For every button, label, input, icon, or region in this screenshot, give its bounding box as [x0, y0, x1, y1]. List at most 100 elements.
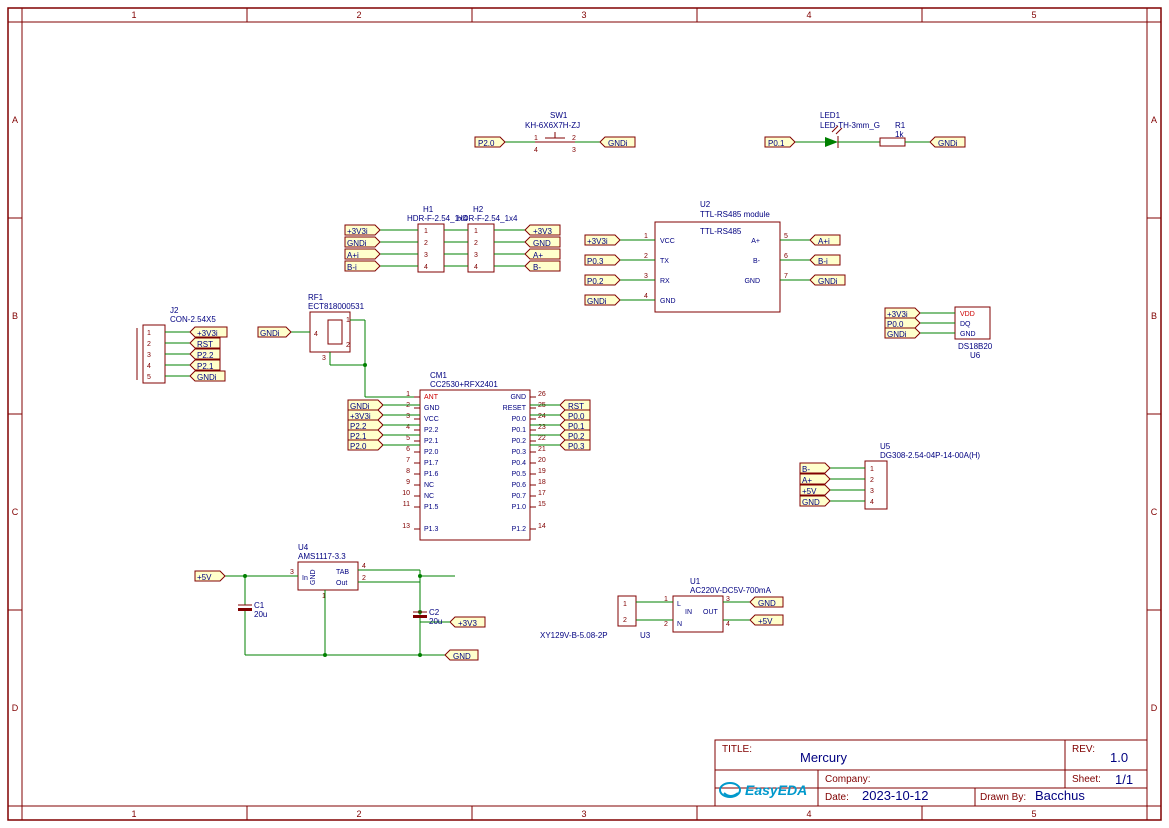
svg-text:2: 2	[870, 477, 874, 484]
svg-text:P0.4: P0.4	[512, 460, 527, 467]
u2-block: U2 TTL-RS485 module TTL-RS485 1VCC 2TX 3…	[585, 200, 845, 312]
svg-text:P0.0: P0.0	[512, 416, 527, 423]
svg-text:4: 4	[424, 264, 428, 271]
svg-text:2: 2	[474, 240, 478, 247]
row-b-r: B	[1151, 311, 1157, 321]
j2-block: J2 CON-2.54X5 1 2 3 4 5 +3V3i RST P2.2 P…	[137, 306, 227, 383]
svg-text:IN: IN	[685, 609, 692, 616]
svg-text:18: 18	[538, 479, 546, 486]
svg-text:P0.2: P0.2	[587, 277, 604, 286]
sw1-circuit: SW1 KH-6X6X7H-ZJ 1 2 4 3 P2.0 GNDi	[475, 111, 635, 154]
svg-text:RX: RX	[660, 278, 670, 285]
row-a-l: A	[12, 115, 18, 125]
svg-text:3: 3	[147, 352, 151, 359]
svg-text:+5V: +5V	[197, 573, 212, 582]
svg-text:P2.0: P2.0	[424, 449, 439, 456]
svg-text:P2.2: P2.2	[424, 427, 439, 434]
sw1-ref: SW1	[550, 111, 568, 120]
port-p01: P0.1	[768, 139, 785, 148]
svg-text:6: 6	[406, 446, 410, 453]
col-4-bot: 4	[806, 809, 811, 819]
svg-text:3: 3	[474, 252, 478, 259]
svg-text:6: 6	[784, 253, 788, 260]
col-5-bot: 5	[1031, 809, 1036, 819]
led1-val: LED-TH-3mm_G	[820, 121, 880, 130]
u5-ref: U5	[880, 442, 891, 451]
title-block: TITLE: Mercury REV: 1.0 Company: Sheet: …	[715, 740, 1147, 806]
svg-text:GNDi: GNDi	[347, 239, 367, 248]
svg-text:13: 13	[402, 523, 410, 530]
u6-ref: U6	[970, 351, 981, 360]
svg-text:5: 5	[784, 233, 788, 240]
svg-text:C2: C2	[429, 608, 440, 617]
svg-text:3: 3	[290, 569, 294, 576]
svg-text:ANT: ANT	[424, 394, 439, 401]
svg-text:11: 11	[403, 501, 410, 508]
row-a-r: A	[1151, 115, 1157, 125]
svg-text:1: 1	[644, 233, 648, 240]
svg-text:GND: GND	[424, 405, 440, 412]
u4-ref: U4	[298, 543, 309, 552]
svg-text:P2.0: P2.0	[350, 442, 367, 451]
date-label: Date:	[825, 792, 849, 803]
u6-block: VDD DQ GND DS18B20 U6 +3V3i P0.0 GNDi	[885, 307, 993, 360]
svg-text:2: 2	[362, 575, 366, 582]
led1-ref: LED1	[820, 111, 841, 120]
port-gndi-sw: GNDi	[608, 139, 628, 148]
svg-text:P0.1: P0.1	[512, 427, 527, 434]
col-1-bot: 1	[131, 809, 136, 819]
svg-text:1: 1	[474, 228, 478, 235]
col-2-top: 2	[356, 10, 361, 20]
svg-text:14: 14	[538, 523, 546, 530]
u5-block: U5 DG308-2.54-04P-14-00A(H) 1 2 3 4 B- A…	[800, 442, 980, 509]
svg-text:VDD: VDD	[960, 311, 975, 318]
col-3-top: 3	[581, 10, 586, 20]
u2-val: TTL-RS485 module	[700, 210, 770, 219]
svg-text:P1.2: P1.2	[512, 526, 527, 533]
h1-ref: H1	[423, 205, 434, 214]
svg-text:L: L	[677, 601, 681, 608]
svg-text:GND: GND	[960, 331, 976, 338]
svg-text:GNDi: GNDi	[260, 329, 280, 338]
svg-text:NC: NC	[424, 482, 434, 489]
svg-text:26: 26	[538, 391, 546, 398]
svg-text:20u: 20u	[254, 610, 267, 619]
svg-text:2: 2	[424, 240, 428, 247]
svg-text:2: 2	[572, 135, 576, 142]
svg-text:NC: NC	[424, 493, 434, 500]
svg-text:4: 4	[147, 363, 151, 370]
svg-text:B-: B-	[753, 258, 761, 265]
svg-text:4: 4	[534, 147, 538, 154]
svg-text:+3V3i: +3V3i	[197, 329, 218, 338]
u5-val: DG308-2.54-04P-14-00A(H)	[880, 451, 980, 460]
drawn-label: Drawn By:	[980, 792, 1026, 803]
svg-text:C1: C1	[254, 601, 265, 610]
svg-text:P0.3: P0.3	[568, 442, 585, 451]
col-2-bot: 2	[356, 809, 361, 819]
svg-text:5: 5	[147, 374, 151, 381]
svg-text:3: 3	[572, 147, 576, 154]
h2-ref: H2	[473, 205, 484, 214]
svg-text:RST: RST	[197, 340, 213, 349]
svg-text:1: 1	[870, 466, 874, 473]
svg-text:A+: A+	[751, 238, 760, 245]
svg-text:A+: A+	[533, 251, 543, 260]
svg-text:2: 2	[147, 341, 151, 348]
svg-text:GNDi: GNDi	[887, 330, 907, 339]
rev-value: 1.0	[1110, 750, 1128, 765]
svg-text:P0.3: P0.3	[587, 257, 604, 266]
u3-ref: U3	[640, 631, 651, 640]
svg-text:TX: TX	[660, 258, 669, 265]
col-3-bot: 3	[581, 809, 586, 819]
rev-label: REV:	[1072, 744, 1095, 755]
svg-text:1: 1	[424, 228, 428, 235]
svg-text:2: 2	[644, 253, 648, 260]
port-gndi-led: GNDi	[938, 139, 958, 148]
svg-text:4: 4	[362, 563, 366, 570]
svg-text:7: 7	[406, 457, 410, 464]
rf1-val: ECT818000531	[308, 302, 365, 311]
svg-text:GND: GND	[758, 599, 776, 608]
svg-text:P0.2: P0.2	[512, 438, 527, 445]
svg-text:+3V3i: +3V3i	[347, 227, 368, 236]
svg-text:4: 4	[474, 264, 478, 271]
